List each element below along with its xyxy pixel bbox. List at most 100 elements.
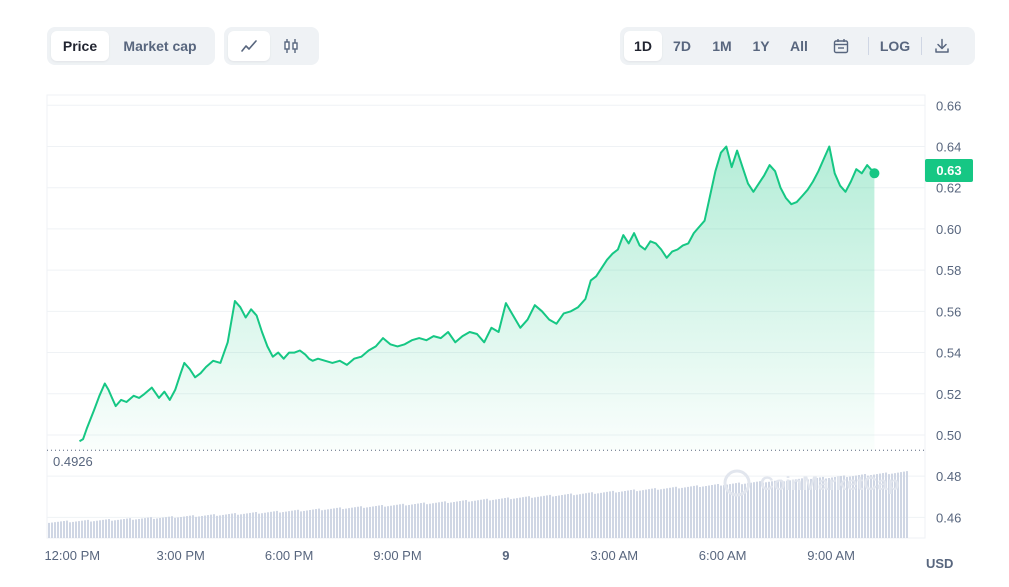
volume-bar	[192, 515, 194, 538]
volume-bar	[144, 518, 146, 538]
volume-bar	[453, 501, 455, 538]
volume-bar	[696, 485, 698, 538]
volume-bar	[150, 517, 152, 538]
volume-bar	[546, 495, 548, 538]
volume-bar	[498, 498, 500, 538]
x-tick-label: 3:00 AM	[590, 548, 638, 563]
x-tick-label: 9:00 AM	[807, 548, 855, 563]
volume-bar	[78, 521, 80, 538]
volume-bar	[690, 486, 692, 538]
volume-bar	[102, 519, 104, 538]
volume-bar	[108, 519, 110, 538]
volume-bar	[267, 512, 269, 538]
y-tick-label: 0.62	[936, 181, 961, 196]
volume-bar	[516, 498, 518, 538]
volume-bar	[654, 488, 656, 538]
volume-bar	[723, 485, 725, 538]
volume-bar	[186, 516, 188, 538]
watermark: CoinMarketCap	[760, 474, 899, 495]
volume-bar	[705, 486, 707, 538]
volume-bar	[129, 518, 131, 538]
volume-bar	[417, 503, 419, 538]
y-tick-label: 0.52	[936, 387, 961, 402]
volume-bar	[558, 495, 560, 538]
volume-bar	[504, 497, 506, 538]
volume-bar	[561, 495, 563, 538]
volume-bar	[72, 521, 74, 538]
current-price-dot	[869, 168, 880, 179]
volume-bar	[639, 490, 641, 538]
volume-bar	[168, 516, 170, 538]
volume-bar	[243, 513, 245, 538]
volume-bar	[300, 511, 302, 538]
volume-bar	[549, 494, 551, 538]
volume-bar	[642, 490, 644, 538]
volume-bar	[432, 503, 434, 538]
volume-bar	[621, 491, 623, 538]
volume-bar	[357, 506, 359, 538]
volume-bar	[237, 514, 239, 538]
volume-bar	[663, 488, 665, 538]
volume-bar	[615, 492, 617, 538]
volume-bar	[54, 522, 56, 538]
volume-bar	[588, 492, 590, 538]
volume-bar	[552, 496, 554, 538]
y-tick-label: 0.58	[936, 263, 961, 278]
volume-bar	[258, 513, 260, 538]
volume-bar	[750, 482, 752, 538]
volume-bar	[447, 502, 449, 538]
volume-bar	[519, 497, 521, 538]
volume-bar	[69, 522, 71, 538]
volume-bar	[528, 496, 530, 538]
volume-bar	[585, 493, 587, 538]
volume-bar	[717, 484, 719, 538]
volume-bar	[510, 499, 512, 538]
volume-bar	[513, 498, 515, 538]
volume-bar	[489, 500, 491, 538]
volume-bar	[189, 515, 191, 538]
volume-bar	[423, 502, 425, 538]
volume-bar	[384, 506, 386, 538]
volume-bar	[753, 482, 755, 538]
volume-bar	[195, 516, 197, 538]
volume-bar	[369, 506, 371, 538]
volume-bar	[543, 495, 545, 538]
volume-bar	[702, 486, 704, 538]
volume-bar	[87, 519, 89, 538]
volume-bar	[198, 516, 200, 538]
volume-bar	[531, 497, 533, 538]
volume-bar	[471, 501, 473, 538]
volume-bar	[648, 489, 650, 538]
volume-bar	[522, 497, 524, 538]
x-tick-label: 3:00 PM	[156, 548, 204, 563]
volume-bar	[120, 519, 122, 538]
volume-bar	[495, 499, 497, 538]
volume-bar	[738, 482, 740, 538]
volume-bar	[420, 503, 422, 538]
volume-bar	[324, 509, 326, 538]
current-price-label: 0.63	[936, 163, 961, 178]
volume-bar	[399, 504, 401, 538]
volume-bar	[339, 507, 341, 538]
price-chart[interactable]: CoinMarketCap 0.4926 0.46 0.48 0.50 0.52 0.5…	[0, 0, 1009, 587]
volume-bar	[378, 505, 380, 538]
volume-bar	[624, 491, 626, 538]
volume-bar	[222, 514, 224, 538]
volume-bar	[111, 520, 113, 538]
volume-bar	[678, 488, 680, 538]
volume-bar	[123, 519, 125, 538]
volume-bar	[570, 493, 572, 538]
volume-bar	[390, 505, 392, 538]
volume-bar	[156, 518, 158, 538]
volume-bar	[234, 513, 236, 538]
volume-bar	[657, 489, 659, 538]
volume-bar	[354, 507, 356, 538]
volume-bar	[456, 501, 458, 538]
reference-price-label: 0.4926	[53, 454, 93, 469]
volume-bar	[435, 502, 437, 538]
volume-bar	[609, 491, 611, 538]
volume-bar	[693, 485, 695, 538]
volume-bar	[63, 521, 65, 538]
volume-bar	[264, 512, 266, 538]
volume-bar	[162, 517, 164, 538]
